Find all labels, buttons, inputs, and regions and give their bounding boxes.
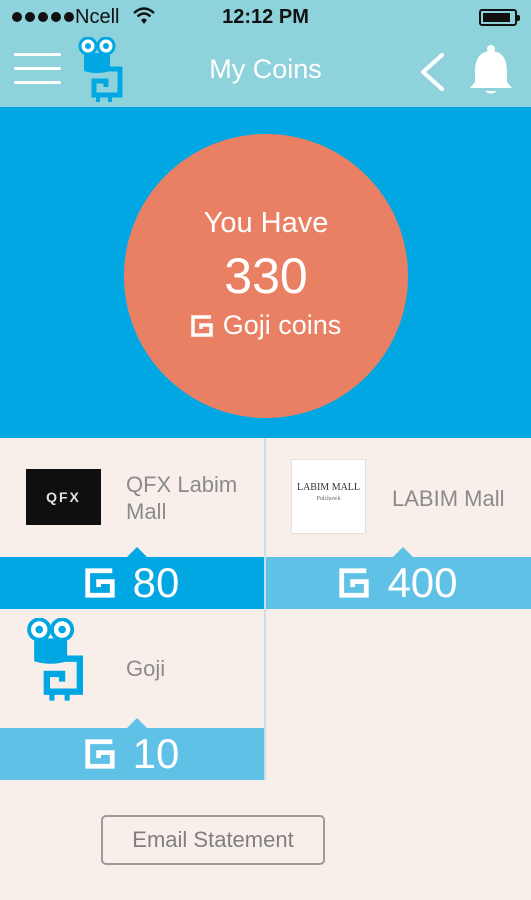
coin-value: 400: [387, 559, 458, 606]
balance-unit: Goji coins: [124, 310, 408, 341]
labim-mall-logo: LABIM MALL Pulchowk: [291, 459, 366, 534]
status-bar: Ncell 12:12 PM: [0, 0, 531, 34]
balance-amount: 330: [224, 248, 308, 304]
coin-value: 10: [132, 730, 180, 777]
qfx-logo: QFX: [26, 469, 101, 525]
nav-bar: My Coins: [0, 34, 531, 107]
bar-notch: [393, 547, 413, 557]
bar-notch: [127, 547, 147, 557]
battery-icon: [479, 9, 520, 26]
coin-bar: 400: [266, 547, 531, 609]
email-statement-button[interactable]: Email Statement: [101, 815, 325, 865]
goji-mascot-logo: [27, 618, 84, 701]
merchant-card-qfx[interactable]: QFX QFX Labim Mall 80: [0, 438, 264, 609]
balance-label: You Have: [203, 207, 329, 239]
clock: 12:12 PM: [222, 6, 309, 28]
goji-coin-icon: [339, 568, 370, 598]
coin-bar: 10: [0, 718, 264, 780]
chevron-left-icon[interactable]: [416, 52, 450, 92]
merchant-name: Goji: [126, 656, 166, 681]
coin-bar: 80: [0, 547, 264, 609]
merchant-card-goji[interactable]: Goji 10: [0, 609, 264, 780]
page-title: My Coins: [209, 54, 322, 84]
merchant-name: QFX Labim Mall: [126, 472, 238, 524]
merchant-name: LABIM Mall: [392, 486, 505, 511]
balance-hero: You Have 330 Goji coins: [0, 107, 531, 438]
goji-coin-icon: [84, 568, 115, 598]
bar-notch: [127, 718, 147, 728]
goji-coin-icon: [84, 739, 115, 769]
coin-value: 80: [132, 559, 180, 606]
goji-coin-icon: [190, 314, 213, 337]
header: Ncell 12:12 PM My Coins: [0, 0, 531, 107]
balance-circle: You Have 330 Goji coins: [124, 134, 408, 418]
balance-unit-label: Goji coins: [222, 310, 342, 340]
bell-icon[interactable]: [466, 44, 516, 96]
grid-divider: [264, 438, 266, 780]
